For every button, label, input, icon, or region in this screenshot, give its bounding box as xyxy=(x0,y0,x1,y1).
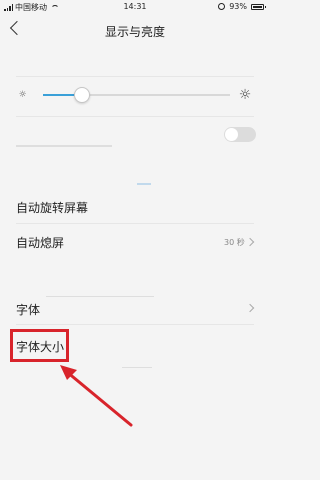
obscured-mark xyxy=(137,183,151,185)
battery-icon xyxy=(251,3,266,10)
obscured-label xyxy=(16,145,112,147)
auto-brightness-toggle[interactable] xyxy=(224,127,256,142)
status-bar: 中国移动 14:31 93% xyxy=(0,0,270,14)
auto-lock-value: 30 秒 xyxy=(224,238,245,247)
brightness-high-icon: ☼ xyxy=(238,87,252,103)
page-title: 显示与亮度 xyxy=(104,25,165,39)
toggle-knob xyxy=(225,128,238,141)
brightness-low-icon: ☼ xyxy=(18,90,27,100)
divider xyxy=(16,76,254,77)
annotation-arrow-icon xyxy=(60,365,133,427)
status-right: 93% xyxy=(218,2,266,11)
font-label[interactable]: 字体 xyxy=(16,301,40,318)
auto-lock-label[interactable]: 自动熄屏 xyxy=(16,234,64,251)
highlight-box xyxy=(10,329,69,362)
obscured-text xyxy=(46,296,154,297)
brightness-slider-thumb[interactable] xyxy=(74,87,91,103)
divider xyxy=(16,324,254,325)
header: 显示与亮度 xyxy=(0,14,270,48)
brightness-row: ☼ ☼ xyxy=(0,82,270,108)
brightness-slider[interactable] xyxy=(43,87,230,103)
alarm-icon xyxy=(218,3,226,10)
divider xyxy=(16,116,254,117)
auto-rotate-label[interactable]: 自动旋转屏幕 xyxy=(16,199,88,216)
chevron-right-icon xyxy=(245,237,255,247)
battery-percent: 93% xyxy=(229,2,247,11)
divider xyxy=(16,223,254,224)
chevron-right-icon xyxy=(245,303,255,313)
